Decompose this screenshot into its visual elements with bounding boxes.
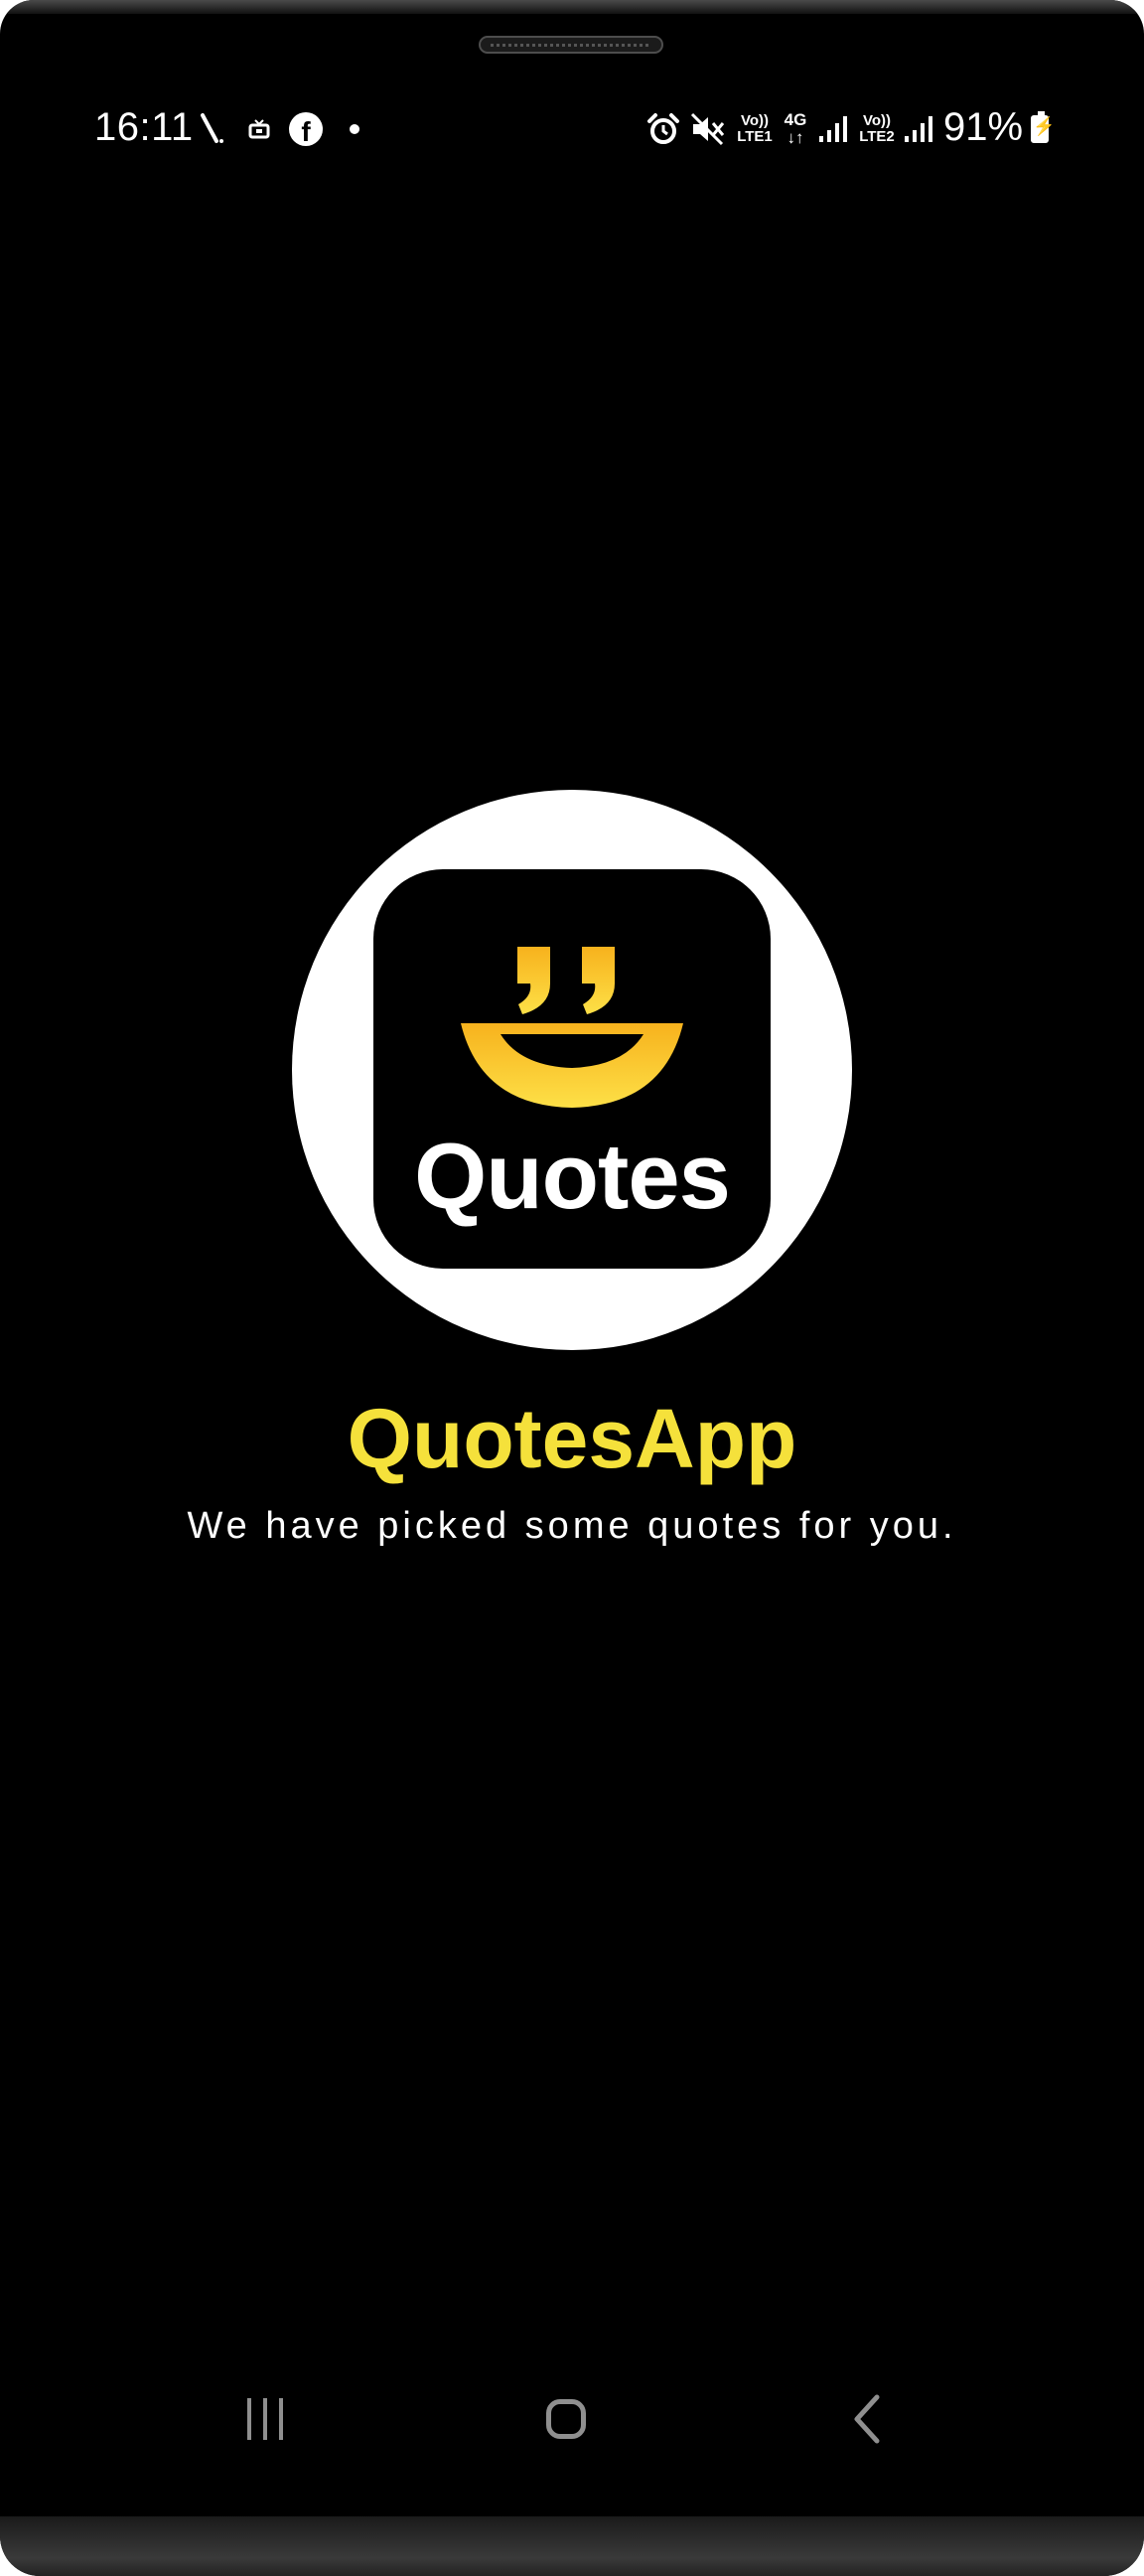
facebook-icon: f bbox=[288, 99, 324, 159]
alarm-icon bbox=[645, 99, 681, 159]
mute-icon bbox=[689, 99, 727, 159]
battery-percent: 91% bbox=[943, 105, 1024, 149]
volte-sim2-top: Vo)) bbox=[862, 112, 892, 129]
volte-sim2-icon: Vo)) LTE2 bbox=[854, 99, 900, 159]
facebook-glyph: f bbox=[289, 112, 323, 146]
signal-icon bbox=[816, 99, 850, 159]
signal-icon bbox=[902, 99, 935, 159]
network-type-icon: 4G ↓↑ bbox=[778, 99, 813, 159]
cast-icon bbox=[246, 99, 272, 159]
notification-dot-icon bbox=[348, 99, 361, 159]
battery-charging-icon bbox=[1028, 99, 1055, 159]
network-arrows: ↓↑ bbox=[786, 128, 804, 147]
app-logo-tile: Quotes bbox=[373, 869, 771, 1269]
volte-sim1-top: Vo)) bbox=[740, 112, 770, 129]
pen-icon bbox=[197, 99, 226, 159]
home-button[interactable] bbox=[521, 2384, 611, 2454]
back-icon bbox=[854, 2394, 880, 2444]
home-icon bbox=[546, 2399, 586, 2439]
logo-wordmark: Quotes bbox=[414, 1124, 731, 1228]
tagline: We have picked some quotes for you. bbox=[187, 1505, 957, 1547]
earpiece-speaker bbox=[479, 36, 663, 54]
app-title: QuotesApp bbox=[347, 1392, 797, 1485]
recents-icon bbox=[247, 2398, 283, 2440]
volte-sim1-icon: Vo)) LTE1 bbox=[732, 99, 778, 159]
volte-sim1-bottom: LTE1 bbox=[737, 128, 773, 145]
phone-top-bezel bbox=[0, 0, 1144, 14]
back-button[interactable] bbox=[822, 2384, 912, 2454]
phone-frame: 16:11 f Vo)) LTE1 4G ↓↑ Vo)) LTE2 91% ⚡ … bbox=[0, 0, 1144, 2576]
volte-sim2-bottom: LTE2 bbox=[859, 128, 895, 145]
app-logo: Quotes bbox=[292, 790, 852, 1350]
status-bar: 16:11 f Vo)) LTE1 4G ↓↑ Vo)) LTE2 91% ⚡ bbox=[0, 99, 1144, 159]
recents-button[interactable] bbox=[220, 2384, 310, 2454]
network-type: 4G bbox=[784, 110, 807, 129]
status-time: 16:11 bbox=[94, 105, 194, 149]
phone-bottom-bezel bbox=[0, 2516, 1144, 2576]
